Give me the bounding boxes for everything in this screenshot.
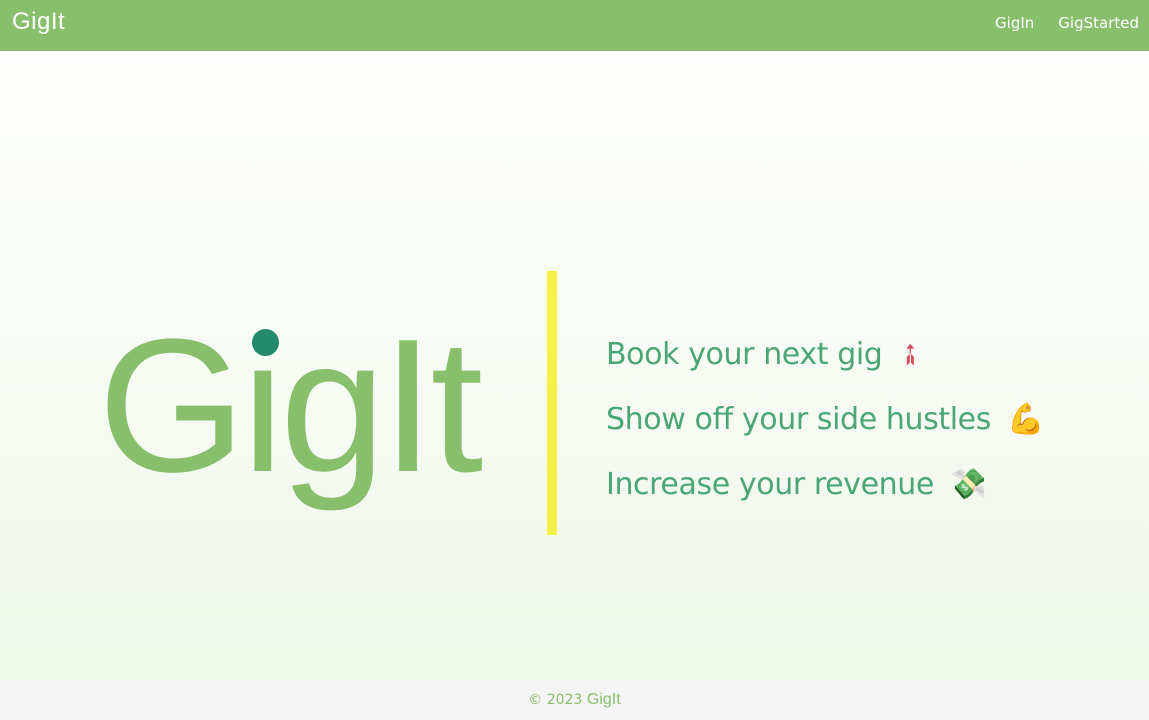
hero-logo-text: GigIt: [98, 300, 483, 512]
footer-copyright: © 2023: [528, 692, 583, 708]
flexed-biceps-icon: 💪: [1006, 401, 1045, 437]
rocket-icon: ➶: [889, 332, 932, 376]
tagline-list: Book your next gig ➶ Show off your side …: [606, 322, 1044, 517]
brand-logo-link[interactable]: GigIt: [12, 8, 65, 36]
footer: © 2023 GigIt: [0, 680, 1149, 720]
hero-logo: GigIt: [98, 296, 518, 516]
footer-brand: GigIt: [586, 691, 621, 708]
logo-dot-accent: [252, 329, 279, 356]
tagline-text: Show off your side hustles: [606, 402, 991, 437]
hero-divider: [547, 271, 557, 535]
top-navbar: GigIt GigIn GigStarted: [0, 0, 1149, 51]
nav-link-gigin[interactable]: GigIn: [995, 14, 1034, 32]
tagline-text: Increase your revenue: [606, 467, 934, 502]
tagline-item: Increase your revenue 💸: [606, 452, 1044, 517]
tagline-item: Show off your side hustles 💪: [606, 387, 1044, 452]
nav-links: GigIn GigStarted: [995, 14, 1139, 32]
tagline-text: Book your next gig: [606, 337, 883, 372]
tagline-item: Book your next gig ➶: [606, 322, 1044, 387]
nav-link-gigstarted[interactable]: GigStarted: [1058, 14, 1139, 32]
money-with-wings-icon: 💸: [949, 466, 988, 502]
